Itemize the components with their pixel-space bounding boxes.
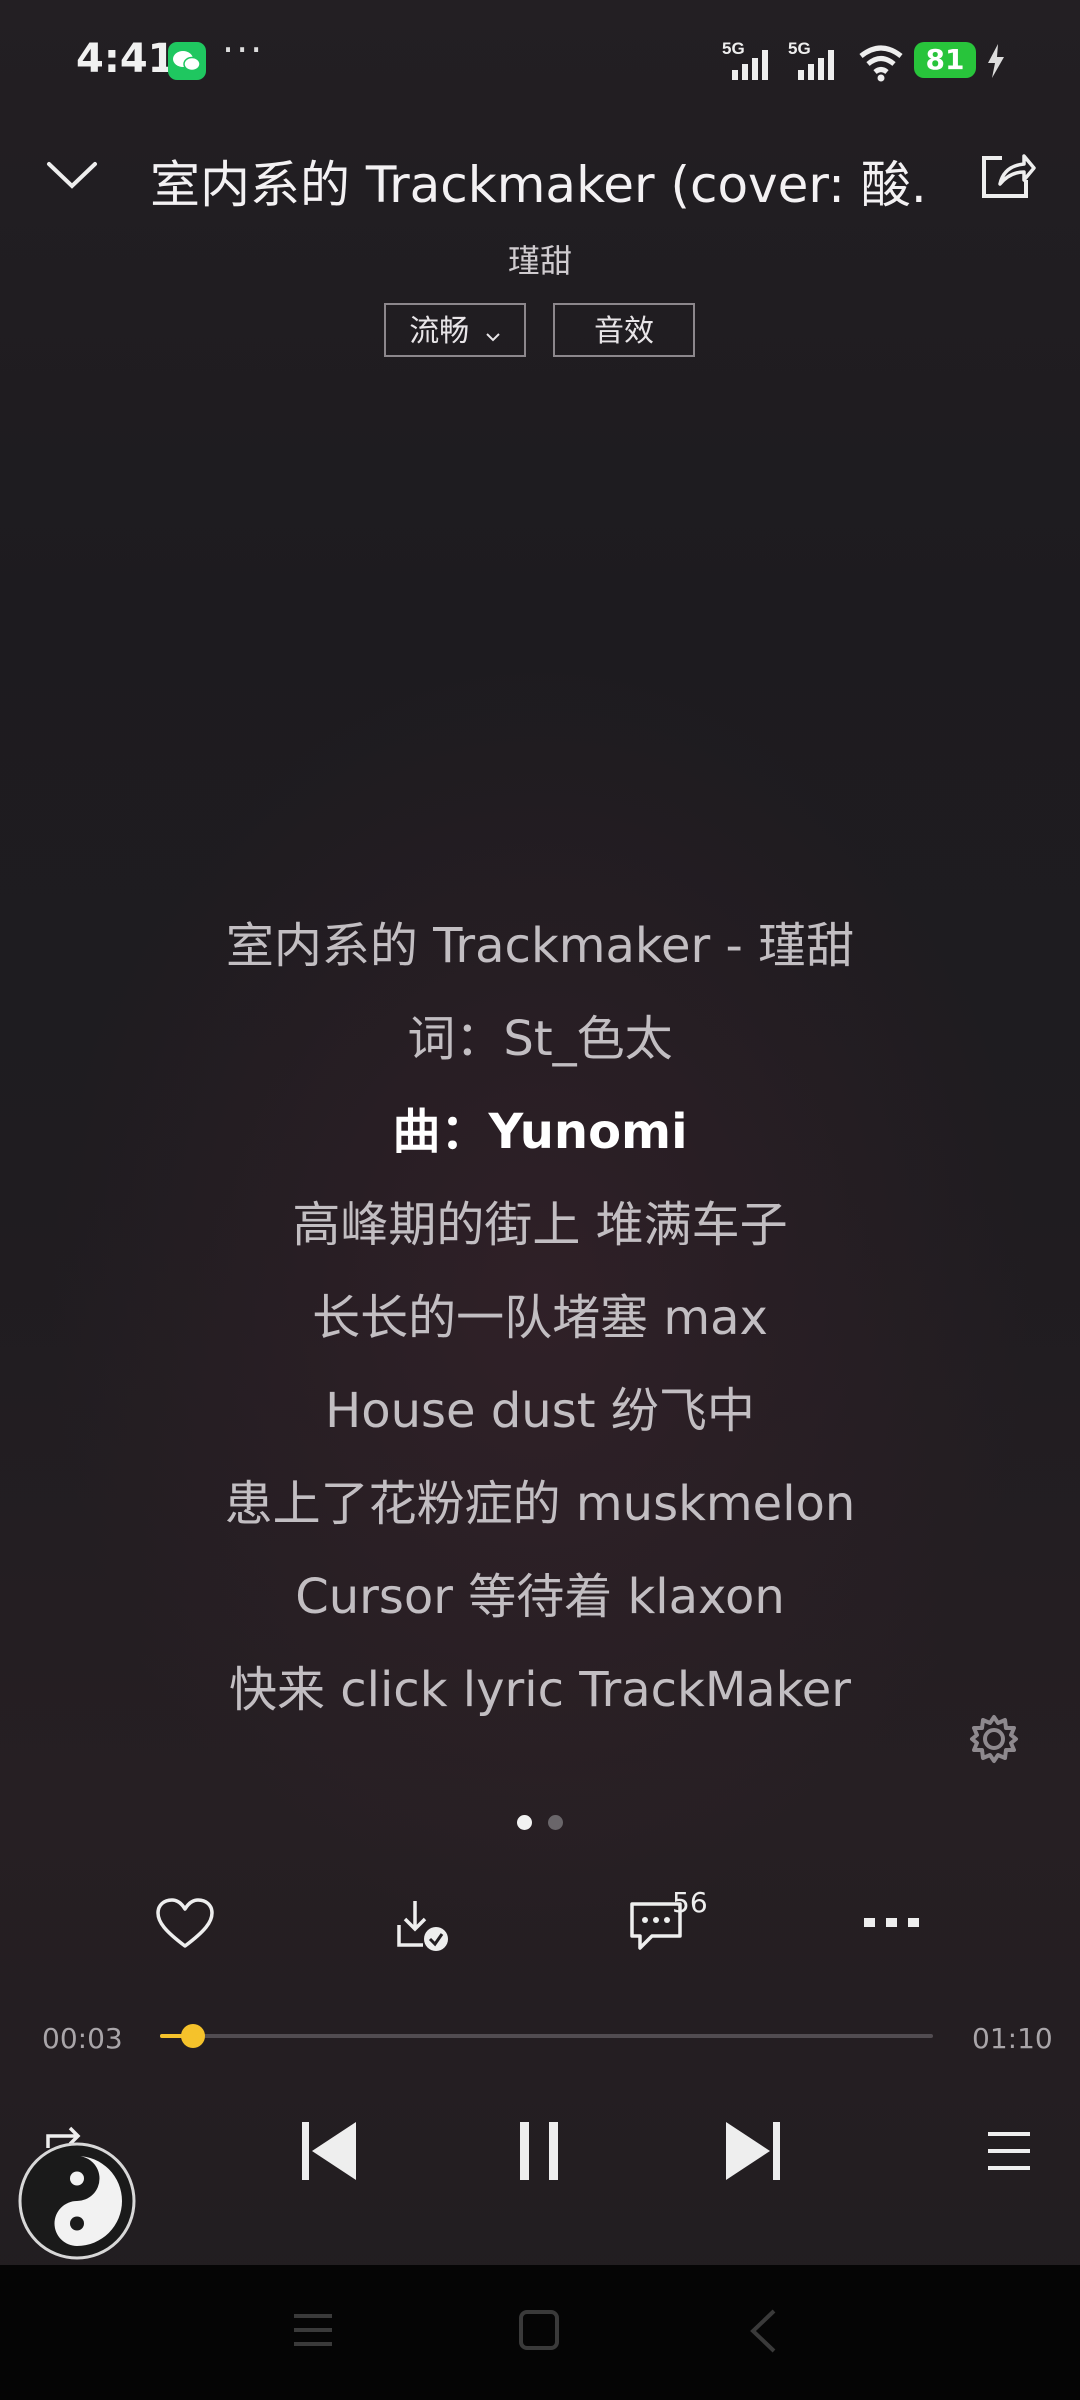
yin-yang-icon: [18, 2142, 136, 2264]
home-button[interactable]: [518, 2309, 560, 2355]
more-options-button[interactable]: [862, 1912, 922, 1936]
total-time: 01:10: [972, 2022, 1053, 2055]
current-time: 00:03: [42, 2022, 123, 2055]
next-button[interactable]: [722, 2120, 782, 2186]
quality-selector[interactable]: 流畅: [384, 303, 526, 357]
lyric-line[interactable]: House dust 纷飞中: [0, 1365, 1080, 1458]
settings-icon: [968, 1713, 1020, 1769]
progress-thumb[interactable]: [181, 2024, 205, 2048]
heart-icon: [155, 1898, 215, 1954]
back-chevron-icon: [748, 2308, 778, 2358]
system-navigation-bar: [0, 2265, 1080, 2400]
lyric-line[interactable]: 长长的一队堵塞 max: [0, 1272, 1080, 1365]
wechat-notification-icon: [168, 42, 206, 80]
lyrics-list[interactable]: 室内系的 Trackmaker - 瑾甜 词：St_色太 曲：Yunomi 高峰期的街…: [0, 900, 1080, 1737]
share-icon: [980, 150, 1036, 204]
playlist-icon: [986, 2130, 1032, 2176]
pause-icon: [518, 2120, 562, 2186]
page-indicator-active: [517, 1815, 532, 1830]
wifi-icon: [857, 44, 905, 86]
progress-track[interactable]: [160, 2034, 933, 2038]
charging-icon: [986, 44, 1006, 82]
menu-lines-icon: [292, 2310, 334, 2354]
network-label-2: 5G: [788, 39, 811, 58]
lyric-line[interactable]: 快来 click lyric TrackMaker: [0, 1644, 1080, 1737]
status-more-icon: ···: [222, 28, 265, 72]
chevron-down-small-icon: [485, 306, 501, 360]
mini-avatar[interactable]: [18, 2142, 136, 2264]
recent-apps-button[interactable]: [292, 2310, 334, 2354]
comment-count: 56: [672, 1886, 708, 1919]
network-label-1: 5G: [722, 39, 745, 58]
lyrics-settings-button[interactable]: [968, 1713, 1020, 1769]
lyric-line[interactable]: Cursor 等待着 klaxon: [0, 1551, 1080, 1644]
more-icon: [862, 1912, 922, 1936]
playlist-button[interactable]: [986, 2130, 1032, 2176]
collapse-button[interactable]: [46, 160, 98, 194]
page-indicator-inactive: [548, 1815, 563, 1830]
song-title: 室内系的 Trackmaker (cover: 酸..: [150, 156, 930, 214]
next-icon: [722, 2120, 782, 2186]
previous-icon: [300, 2120, 360, 2186]
download-button[interactable]: [393, 1897, 449, 1957]
quality-label: 流畅: [409, 314, 470, 349]
artist-name[interactable]: 瑾甜: [0, 236, 1080, 282]
previous-button[interactable]: [300, 2120, 360, 2186]
like-button[interactable]: [155, 1898, 215, 1954]
lyric-line-active[interactable]: 曲：Yunomi: [0, 1086, 1080, 1179]
share-button[interactable]: [980, 150, 1036, 204]
chevron-down-icon: [46, 160, 98, 194]
lyric-line[interactable]: 患上了花粉症的 muskmelon: [0, 1458, 1080, 1551]
download-done-icon: [393, 1897, 449, 1957]
back-button[interactable]: [748, 2308, 778, 2358]
pause-button[interactable]: [518, 2120, 562, 2186]
lyric-line[interactable]: 高峰期的街上 堆满车子: [0, 1179, 1080, 1272]
status-time: 4:41: [76, 36, 176, 82]
lyric-line[interactable]: 室内系的 Trackmaker - 瑾甜: [0, 900, 1080, 993]
battery-level: 81: [914, 42, 976, 78]
square-icon: [518, 2309, 560, 2355]
lyric-line[interactable]: 词：St_色太: [0, 993, 1080, 1086]
sound-effects-button[interactable]: 音效: [553, 303, 695, 357]
